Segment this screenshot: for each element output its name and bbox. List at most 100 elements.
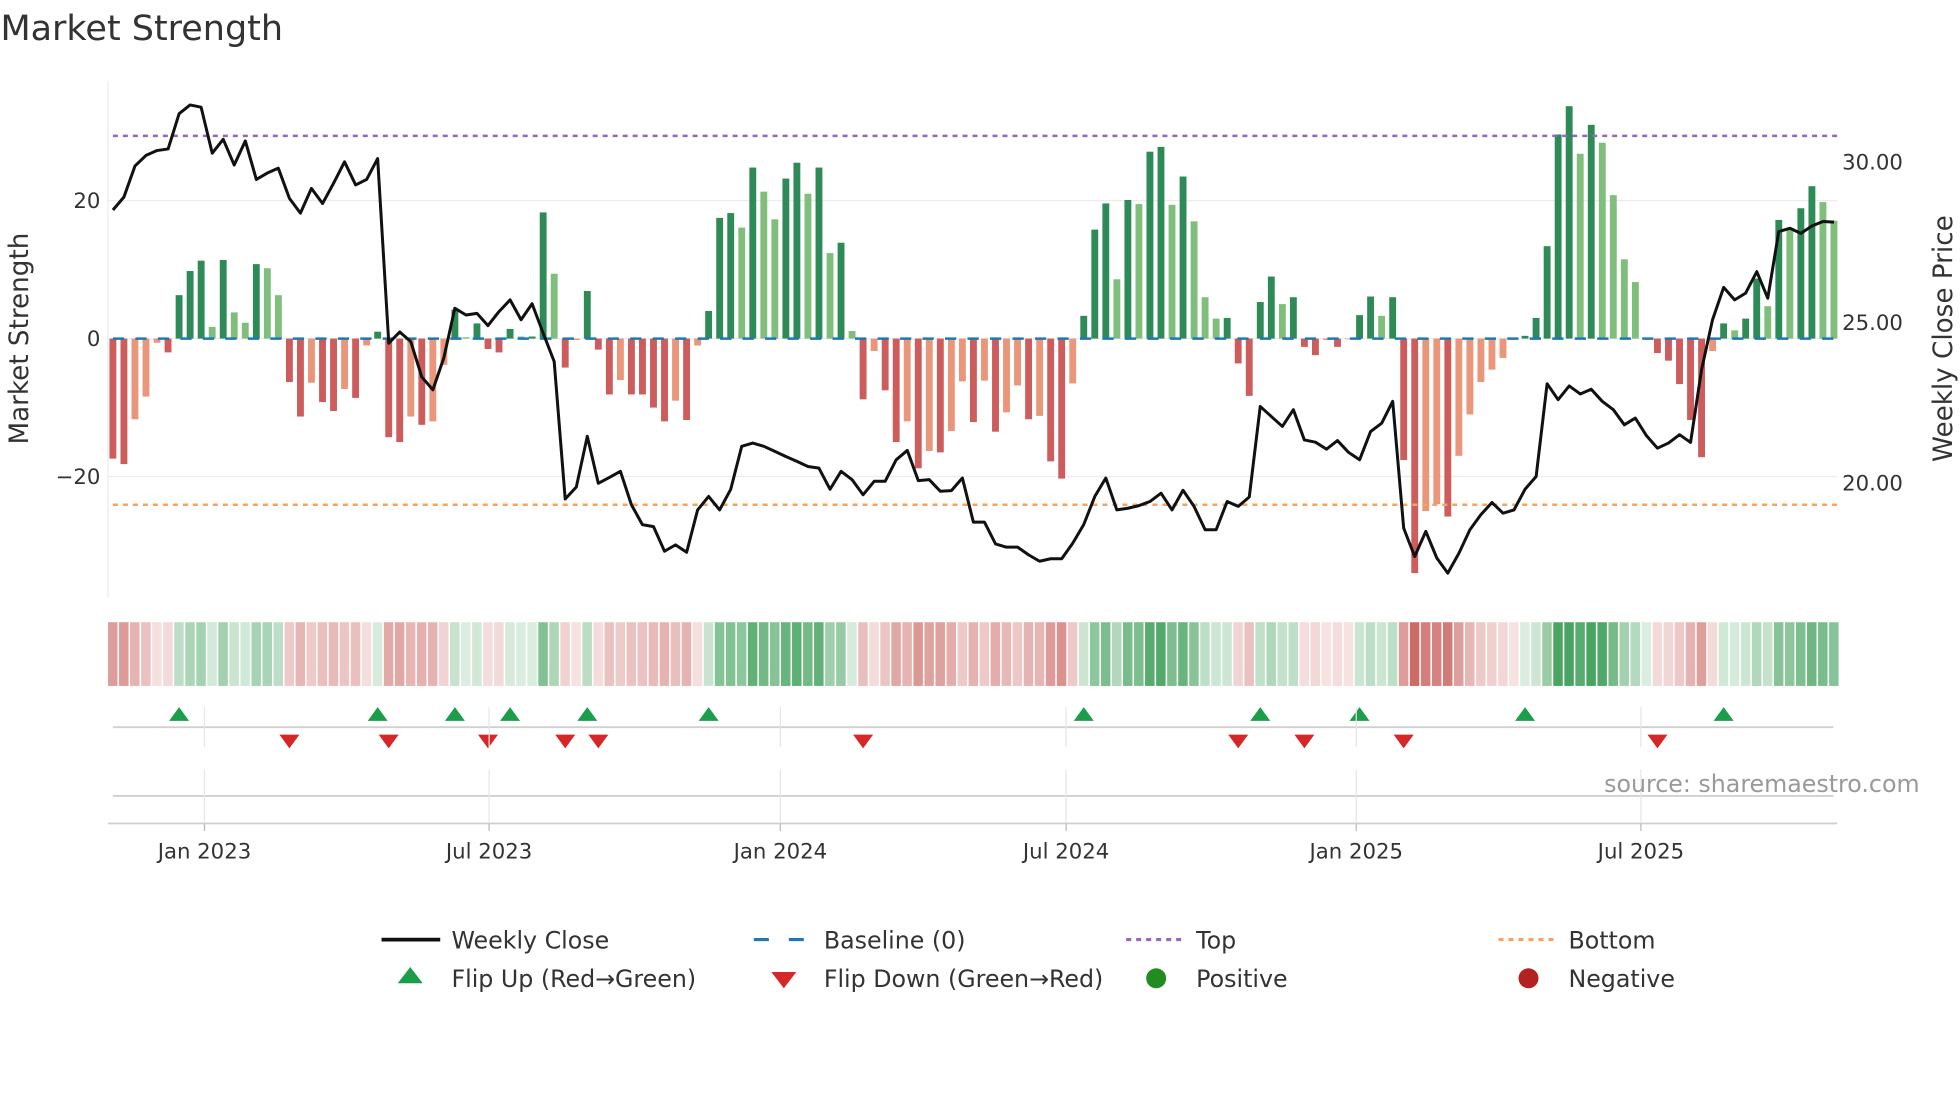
- heat-cell: [1652, 622, 1663, 686]
- heat-cell: [858, 622, 868, 686]
- strength-bar: [826, 253, 834, 339]
- heat-cell: [383, 622, 394, 686]
- strength-bar: [252, 264, 260, 339]
- strength-bar: [142, 338, 150, 397]
- heat-cell: [1619, 622, 1629, 686]
- strength-bar: [1190, 221, 1198, 339]
- heat-cell: [968, 622, 979, 686]
- strength-bar: [705, 311, 713, 339]
- heat-cell: [527, 622, 537, 686]
- strength-bar: [859, 338, 867, 400]
- strength-bar: [462, 337, 470, 339]
- strength-bar: [230, 312, 238, 339]
- heat-cell: [174, 622, 184, 686]
- y2-tick-label: 20.00: [1842, 471, 1903, 496]
- heat-cell: [792, 622, 802, 686]
- heat-cell: [108, 622, 118, 686]
- strength-bar: [1113, 279, 1121, 339]
- heat-cell: [836, 622, 846, 686]
- strength-bar: [241, 322, 249, 339]
- heat-cell: [483, 622, 493, 686]
- flip-up-marker: [577, 707, 598, 721]
- heat-cell: [1189, 622, 1199, 686]
- flip-down-marker: [1228, 734, 1249, 749]
- heat-cell: [1630, 622, 1641, 686]
- heat-cell: [1376, 622, 1387, 686]
- heat-cell: [1211, 622, 1221, 686]
- heat-cell: [924, 622, 934, 686]
- heat-cell: [1696, 622, 1707, 686]
- heat-cell: [1542, 622, 1552, 686]
- heat-cell: [1034, 622, 1045, 686]
- heat-cell: [560, 622, 570, 686]
- strength-bar: [1256, 302, 1264, 339]
- strength-bar: [1367, 296, 1375, 339]
- flip-down-marker: [478, 734, 498, 749]
- strength-bar: [495, 338, 503, 353]
- strength-bar: [1477, 338, 1485, 383]
- heat-cell: [935, 622, 945, 686]
- heat-cell: [1773, 622, 1784, 686]
- heat-cell: [218, 622, 228, 686]
- heat-cell: [1134, 622, 1144, 686]
- flip-up-marker: [500, 707, 521, 721]
- strength-bar: [1058, 338, 1066, 479]
- strength-bar: [528, 336, 536, 339]
- strength-bar: [1036, 338, 1044, 416]
- strength-bar: [1091, 229, 1099, 339]
- heat-cell: [913, 622, 923, 686]
- heat-cell: [1762, 622, 1773, 686]
- heat-cell: [416, 622, 427, 686]
- strength-bar: [308, 338, 315, 383]
- strength-bar: [109, 338, 117, 459]
- strength-bar: [1565, 106, 1573, 339]
- strength-bar: [1411, 338, 1419, 574]
- strength-bar: [1764, 306, 1772, 339]
- heat-cell: [880, 622, 890, 686]
- strength-bar: [297, 338, 304, 417]
- strength-bar: [804, 193, 812, 339]
- heat-cell: [1266, 622, 1276, 686]
- strength-bar: [936, 338, 944, 453]
- heat-cell: [1420, 622, 1431, 686]
- strength-bar: [219, 259, 227, 339]
- heat-cell: [626, 622, 637, 686]
- heat-cell: [1409, 622, 1420, 686]
- legend-weekly-close: Weekly Close: [451, 926, 609, 954]
- heat-cell: [1178, 622, 1188, 686]
- legend: Weekly Close Baseline (0) Top Bottom Fli…: [381, 926, 1675, 993]
- legend-flip-up: Flip Up (Red→Green): [451, 965, 696, 993]
- strength-bar: [760, 191, 768, 339]
- strength-bar: [1753, 278, 1761, 339]
- flip-up-marker: [1515, 707, 1536, 721]
- strength-bar: [1444, 338, 1452, 517]
- heat-cell: [692, 622, 703, 686]
- heat-cell: [1509, 622, 1519, 686]
- strength-bar: [1234, 338, 1242, 364]
- strength-bar: [120, 338, 128, 465]
- strength-bar: [1808, 186, 1816, 339]
- strength-bar: [352, 338, 360, 398]
- heat-cell: [1398, 622, 1409, 686]
- heat-cell: [306, 622, 317, 686]
- heat-cell: [648, 622, 659, 686]
- strength-bar: [1179, 176, 1187, 339]
- heat-cell: [1453, 622, 1464, 686]
- heat-cell: [394, 622, 405, 686]
- strength-bar: [186, 271, 194, 339]
- strength-bar: [947, 338, 955, 432]
- heat-cell: [284, 622, 295, 686]
- strength-bar: [1124, 199, 1132, 339]
- heat-cell: [328, 622, 339, 686]
- x-tick-label: Jul 2024: [1021, 839, 1109, 864]
- heat-cell: [119, 622, 129, 686]
- strength-bar: [263, 268, 271, 339]
- flip-down-marker: [378, 734, 399, 749]
- strength-bar: [1554, 134, 1562, 339]
- heat-cell: [1089, 622, 1100, 686]
- heat-cell: [262, 622, 272, 686]
- strength-bar: [1069, 338, 1077, 384]
- heat-cell: [405, 622, 416, 686]
- strength-bar: [1709, 338, 1717, 352]
- strength-bar: [1102, 203, 1110, 339]
